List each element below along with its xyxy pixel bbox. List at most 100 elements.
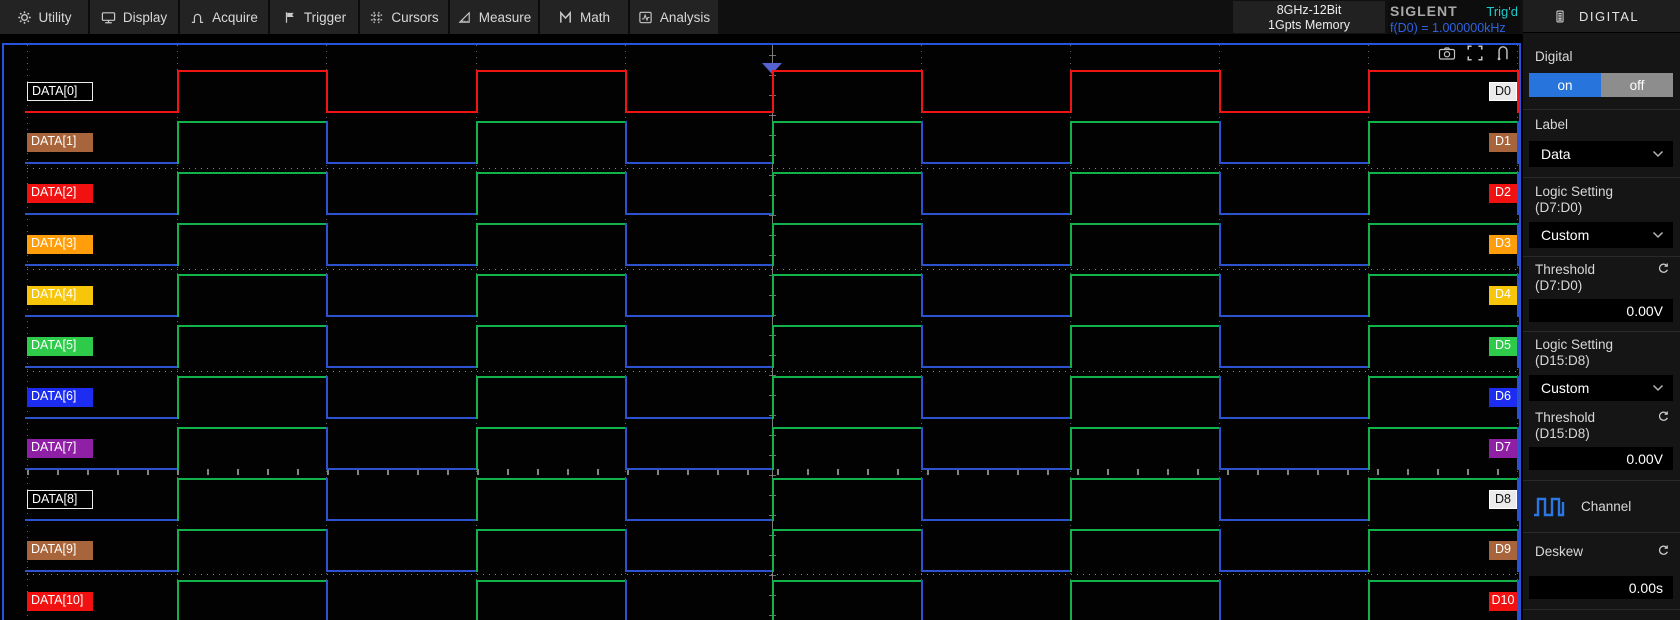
channel-label-chip-d7[interactable]: DATA[7] [27, 439, 93, 458]
digital-trace-edge [772, 478, 774, 521]
frequency-counter: f(D0) = 1.000000kHz [1388, 19, 1520, 35]
digital-trace-edge [921, 529, 923, 572]
channel-label-chip-d2[interactable]: DATA[2] [27, 184, 93, 203]
threshold-d15d8-value[interactable]: 0.00V [1529, 447, 1673, 470]
digital-trace-edge [625, 274, 627, 317]
digital-trace-edge [1517, 121, 1519, 164]
channel-label-chip-d10[interactable]: DATA[10] [27, 592, 93, 611]
label-dropdown-value: Data [1541, 146, 1571, 162]
camera-icon[interactable] [1438, 44, 1456, 62]
digital-trace-edge [625, 478, 627, 521]
digital-trace-segment [326, 417, 478, 419]
page-flip-icon[interactable] [1494, 44, 1512, 62]
digital-trace-edge [177, 172, 179, 215]
digital-trace-edge [1517, 529, 1519, 572]
menu-bar-items: Utility DisplayAcquireTriggerCursors Measu… [0, 0, 718, 34]
threshold-d7d0-value[interactable]: 0.00V [1529, 299, 1673, 322]
digital-trace-segment [921, 519, 1072, 521]
channel-short-chip-d8[interactable]: D8 [1489, 490, 1517, 509]
digital-trace-edge [1070, 121, 1072, 164]
channel-label-chip-d3[interactable]: DATA[3] [27, 235, 93, 254]
digital-trace-edge [921, 274, 923, 317]
digital-trace-edge [772, 376, 774, 419]
logic-setting-d7d0-dropdown[interactable]: Custom [1529, 222, 1673, 248]
utility-icon [17, 10, 32, 25]
digital-trace-segment [476, 274, 627, 276]
digital-trace-segment [177, 172, 328, 174]
refresh-icon[interactable] [1657, 262, 1670, 280]
digital-trace-segment [25, 570, 179, 572]
refresh-icon[interactable] [1657, 544, 1670, 562]
fullscreen-icon[interactable] [1466, 44, 1484, 62]
digital-trace-edge [177, 223, 179, 266]
channel-label-chip-d9[interactable]: DATA[9] [27, 541, 93, 560]
channel-menu-item[interactable]: Channel [1523, 496, 1680, 518]
channel-short-chip-d5[interactable]: D5 [1489, 337, 1517, 356]
digital-trace-edge [326, 223, 328, 266]
refresh-icon[interactable] [1657, 410, 1670, 428]
deskew-value[interactable]: 0.00s [1529, 576, 1673, 599]
digital-trace-segment [177, 223, 328, 225]
measure-icon [457, 10, 472, 25]
digital-on-button[interactable]: on [1529, 73, 1601, 97]
menu-item-math[interactable]: Math [540, 0, 628, 34]
channel-short-chip-d10[interactable]: D10 [1489, 592, 1517, 611]
trigger-status-badge: Trig'd [1486, 4, 1518, 19]
channel-label-chip-d6[interactable]: DATA[6] [27, 388, 93, 407]
menu-item-cursors[interactable]: Cursors [360, 0, 448, 34]
channel-label-chip-d4[interactable]: DATA[4] [27, 286, 93, 305]
channel-short-chip-d4[interactable]: D4 [1489, 286, 1517, 305]
menu-item-display[interactable]: Display [90, 0, 178, 34]
channel-short-chip-d3[interactable]: D3 [1489, 235, 1517, 254]
label-dropdown[interactable]: Data [1529, 141, 1673, 167]
channel-short-chip-d2[interactable]: D2 [1489, 184, 1517, 203]
digital-trace-segment [1070, 376, 1221, 378]
menu-item-label: Utility [39, 10, 72, 25]
menu-item-trigger[interactable]: Trigger [270, 0, 358, 34]
chevron-down-icon [1652, 150, 1664, 158]
channel-short-chip-d7[interactable]: D7 [1489, 439, 1517, 458]
digital-trace-segment [772, 121, 923, 123]
channel-label-chip-d0[interactable]: DATA[0] [27, 82, 93, 101]
digital-trace-segment [1219, 570, 1370, 572]
digital-trace-edge [772, 580, 774, 620]
channel-label-chip-d1[interactable]: DATA[1] [27, 133, 93, 152]
logic-setting-d15d8-dropdown[interactable]: Custom [1529, 375, 1673, 401]
digital-trace-edge [921, 70, 923, 113]
channel-label-chip-d8[interactable]: DATA[8] [27, 490, 93, 509]
channel-short-chip-d0[interactable]: D0 [1489, 82, 1517, 101]
digital-trace-edge [326, 274, 328, 317]
digital-trace-segment [625, 111, 774, 113]
label-section-label: Label [1523, 117, 1680, 132]
digital-trace-edge [1517, 325, 1519, 368]
digital-trace-segment [625, 519, 774, 521]
cursors-icon [369, 10, 384, 25]
digital-trace-segment [1219, 519, 1370, 521]
digital-trace-segment [921, 315, 1072, 317]
channel-short-chip-d6[interactable]: D6 [1489, 388, 1517, 407]
channel-short-chip-d1[interactable]: D1 [1489, 133, 1517, 152]
digital-section-label: Digital [1523, 49, 1680, 64]
digital-trace-segment [1368, 580, 1519, 582]
menu-item-measure[interactable]: Measure [450, 0, 538, 34]
digital-off-button[interactable]: off [1601, 73, 1673, 97]
channel-label-chip-d5[interactable]: DATA[5] [27, 337, 93, 356]
digital-trace-segment [25, 315, 179, 317]
menu-item-label: Measure [479, 10, 532, 25]
digital-trace-edge [476, 223, 478, 266]
digital-trace-segment [1219, 468, 1370, 470]
menu-item-utility[interactable]: Utility [0, 0, 88, 34]
threshold-d7d0-label: Threshold (D7:D0) [1535, 262, 1595, 294]
digital-trace-edge [1219, 325, 1221, 368]
digital-trace-segment [625, 315, 774, 317]
digital-trace-edge [1517, 223, 1519, 266]
divider [1523, 256, 1680, 257]
acquisition-info-badge[interactable]: 8GHz-12Bit 1Gpts Memory [1233, 1, 1385, 33]
digital-on-off-toggle: on off [1529, 73, 1673, 97]
menu-item-analysis[interactable]: Analysis [630, 0, 718, 34]
menu-item-acquire[interactable]: Acquire [180, 0, 268, 34]
digital-trace-edge [177, 325, 179, 368]
channel-short-chip-d9[interactable]: D9 [1489, 541, 1517, 560]
digital-trace-segment [921, 162, 1072, 164]
digital-trace-edge [1517, 172, 1519, 215]
